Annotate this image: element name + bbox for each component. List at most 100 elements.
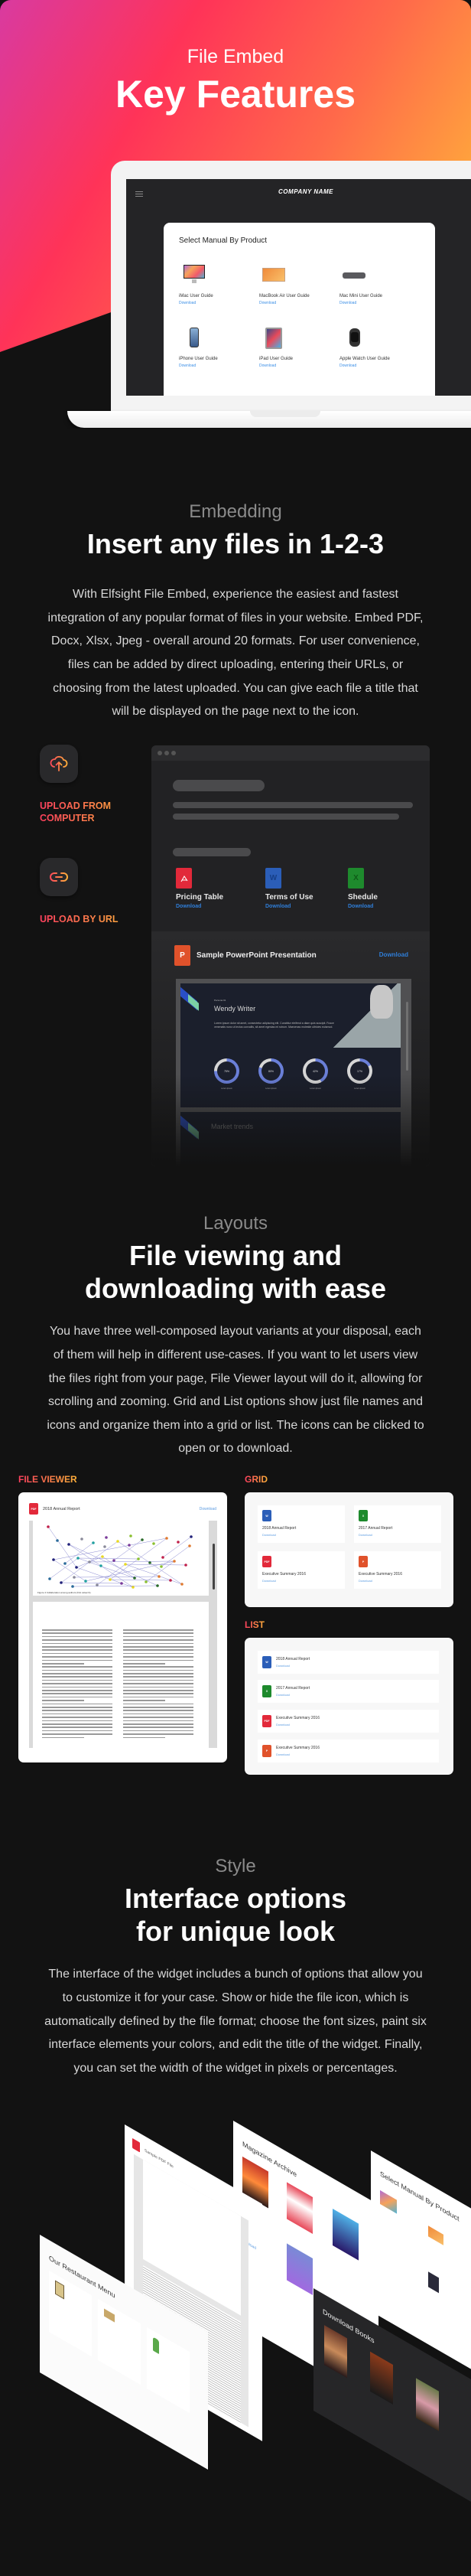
file-viewer-download-link[interactable]: Download [200, 1507, 216, 1511]
text-line [123, 1733, 193, 1735]
graph-node [160, 1565, 163, 1568]
grid-item[interactable]: W 2018 Annual Report Download [258, 1505, 345, 1543]
text-line [42, 1703, 112, 1705]
text-line [123, 1649, 193, 1651]
text-line [42, 1645, 112, 1648]
download-link[interactable]: Download [176, 904, 223, 909]
menu-item-card[interactable] [147, 2327, 190, 2414]
skeleton-line [173, 802, 413, 808]
graph-node [60, 1581, 63, 1584]
icon-glyph: PDF [264, 1560, 270, 1564]
slide-persona-name: Wendy Writer [214, 1005, 256, 1012]
graph-node [152, 1542, 155, 1545]
product-item[interactable]: iMac User Guide Download [179, 263, 259, 309]
download-link[interactable]: Download [348, 904, 378, 909]
graph-node [105, 1536, 108, 1539]
book-cover [324, 2325, 347, 2379]
download-link[interactable]: Download [179, 364, 259, 368]
download-link[interactable]: Download [359, 1579, 437, 1583]
download-link[interactable]: Download [265, 904, 313, 909]
graph-node [184, 1564, 187, 1567]
text-line [123, 1730, 193, 1732]
text-line [42, 1666, 112, 1668]
file-name: 2017 Annual Report [276, 1686, 310, 1691]
pdf-file-icon: PDF [262, 1556, 271, 1567]
file-viewer-card: PDF 2018 Annual Report Download Figure 4… [18, 1492, 227, 1762]
file-item[interactable]: X Shedule Download [348, 868, 378, 909]
text-line [42, 1706, 112, 1708]
pdf-file-icon: PDF [29, 1503, 38, 1515]
word-file-icon: W [262, 1656, 271, 1668]
download-link[interactable]: Download [339, 301, 420, 305]
embedding-section-header: Embedding Insert any files in 1-2-3 With… [0, 501, 471, 724]
download-link[interactable]: Download [276, 1753, 320, 1756]
ipad-icon [259, 326, 290, 351]
graph-edge [113, 1539, 143, 1561]
download-link[interactable]: Download [359, 1533, 437, 1537]
text-line [42, 1629, 112, 1631]
text-line [123, 1710, 193, 1711]
grid-item[interactable]: X 2017 Annual Report Download [354, 1505, 441, 1543]
list-item[interactable]: PDF Executive Summary 2016 Download [258, 1710, 439, 1733]
text-line [123, 1673, 193, 1674]
document-scrollbar[interactable] [213, 1544, 215, 1590]
icon-glyph: P [362, 1560, 365, 1564]
graph-node [47, 1525, 50, 1528]
product-item[interactable]: iPad User Guide Download [259, 326, 339, 372]
graph-edge [68, 1544, 102, 1567]
list-item[interactable]: W 2018 Annual Report Download [258, 1651, 439, 1674]
list-item[interactable]: P Executive Summary 2016 Download [258, 1740, 439, 1762]
text-line [123, 1736, 166, 1739]
lunchbox-icon [104, 2308, 115, 2323]
apple-watch-icon [339, 326, 370, 351]
excel-file-icon: X [359, 1510, 368, 1521]
graph-node [101, 1555, 104, 1558]
text-line [123, 1706, 193, 1708]
file-name: Executive Summary 2016 [262, 1572, 306, 1577]
file-item[interactable]: W Terms of Use Download [265, 868, 313, 909]
slide-scrollbar[interactable] [406, 1002, 408, 1071]
download-link[interactable]: Download [259, 364, 339, 368]
grid-item[interactable]: P Executive Summary 2016 Download [354, 1551, 441, 1589]
download-link[interactable]: Download [179, 301, 259, 305]
graph-node [103, 1545, 106, 1548]
grid-item[interactable]: PDF Executive Summary 2016 Download [258, 1551, 345, 1589]
list-label: LIST [245, 1619, 265, 1630]
menu-item-card[interactable] [98, 2298, 141, 2385]
graph-node [73, 1576, 76, 1579]
menu-item-card[interactable] [49, 2270, 92, 2357]
bottom-fade [151, 1074, 430, 1166]
graph-node [71, 1585, 74, 1588]
icon-glyph: P [180, 951, 185, 960]
download-link[interactable]: Download [276, 1664, 310, 1668]
download-link[interactable]: Download [262, 1533, 340, 1537]
download-link[interactable]: Download [262, 1579, 340, 1583]
excel-file-icon: X [262, 1685, 271, 1697]
document-viewport[interactable]: Figure 4 Collaboration among authors (fi… [29, 1521, 217, 1748]
manual-widget-card: Select Manual By Product iMac User Guide… [164, 223, 435, 396]
icon-glyph: X [353, 874, 359, 882]
hero-eyebrow: File Embed [187, 46, 284, 67]
graph-node [145, 1580, 148, 1583]
product-item[interactable]: iPhone User Guide Download [179, 326, 259, 372]
product-item[interactable]: Mac Mini User Guide Download [339, 263, 420, 309]
presentation-download-link[interactable]: Download [379, 951, 408, 958]
list-item-text: Executive Summary 2016 Download [276, 1716, 320, 1727]
product-item[interactable]: Apple Watch User Guide Download [339, 326, 420, 372]
download-link[interactable]: Download [259, 301, 339, 305]
file-item[interactable]: Pricing Table Download [176, 868, 223, 909]
style-title-line1: Interface options [124, 1883, 347, 1914]
graph-node [180, 1583, 184, 1586]
download-link[interactable]: Download [339, 364, 420, 368]
graph-node [169, 1579, 172, 1582]
product-item[interactable]: MacBook Air User Guide Download [259, 263, 339, 309]
download-link[interactable]: Download [276, 1723, 320, 1727]
embed-mockup-window: Pricing Table Download W Terms of Use Do… [151, 745, 430, 1166]
slide-decor-stripe [188, 994, 199, 1011]
list-item[interactable]: X 2017 Annual Report Download [258, 1680, 439, 1703]
text-line [42, 1727, 112, 1728]
text-line [123, 1683, 193, 1684]
graph-edge [161, 1545, 190, 1567]
download-link[interactable]: Download [276, 1693, 310, 1697]
list-layout-card: W 2018 Annual Report Download X 2017 Annual … [245, 1638, 453, 1775]
